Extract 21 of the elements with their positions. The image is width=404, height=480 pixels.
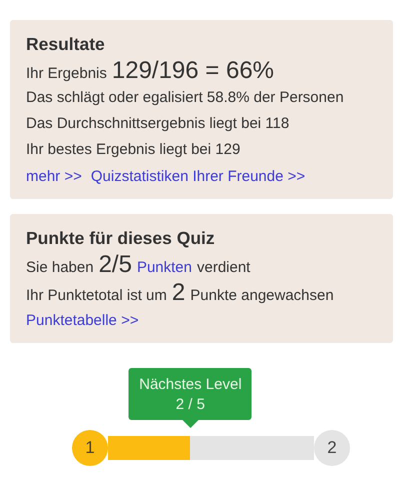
text: Ihr Ergebnis	[26, 65, 107, 82]
text: Das Durchschnittsergebnis liegt bei 118	[26, 114, 290, 134]
number: 2/5	[98, 251, 132, 279]
text: Das schlägt oder egalisiert 58.8% der Personen	[26, 88, 345, 108]
text: Ihr bestes Ergebnis liegt bei 129	[26, 140, 242, 160]
number: 129/196 = 66%	[112, 57, 274, 85]
text: Sie haben	[26, 259, 94, 276]
card-title: Punkte für dieses Quiz	[26, 228, 216, 249]
link[interactable]: Punktetabelle >>	[26, 312, 139, 328]
level-node: 1	[72, 430, 108, 466]
number: 2	[172, 279, 186, 307]
link[interactable]: mehr >>	[26, 168, 82, 184]
text: Punkte angewachsen	[190, 287, 334, 304]
card-title: Resultate	[26, 34, 106, 55]
text: Ihr Punktetotal ist um	[26, 287, 167, 304]
link[interactable]: Punkten	[136, 259, 192, 276]
tooltip-value: 2 / 5	[176, 396, 205, 412]
link[interactable]: Quizstatistiken Ihrer Freunde >>	[90, 168, 306, 184]
text: verdient	[196, 259, 250, 276]
level-node: 2	[314, 430, 350, 466]
tooltip-title: Nächstes Level	[139, 376, 242, 392]
